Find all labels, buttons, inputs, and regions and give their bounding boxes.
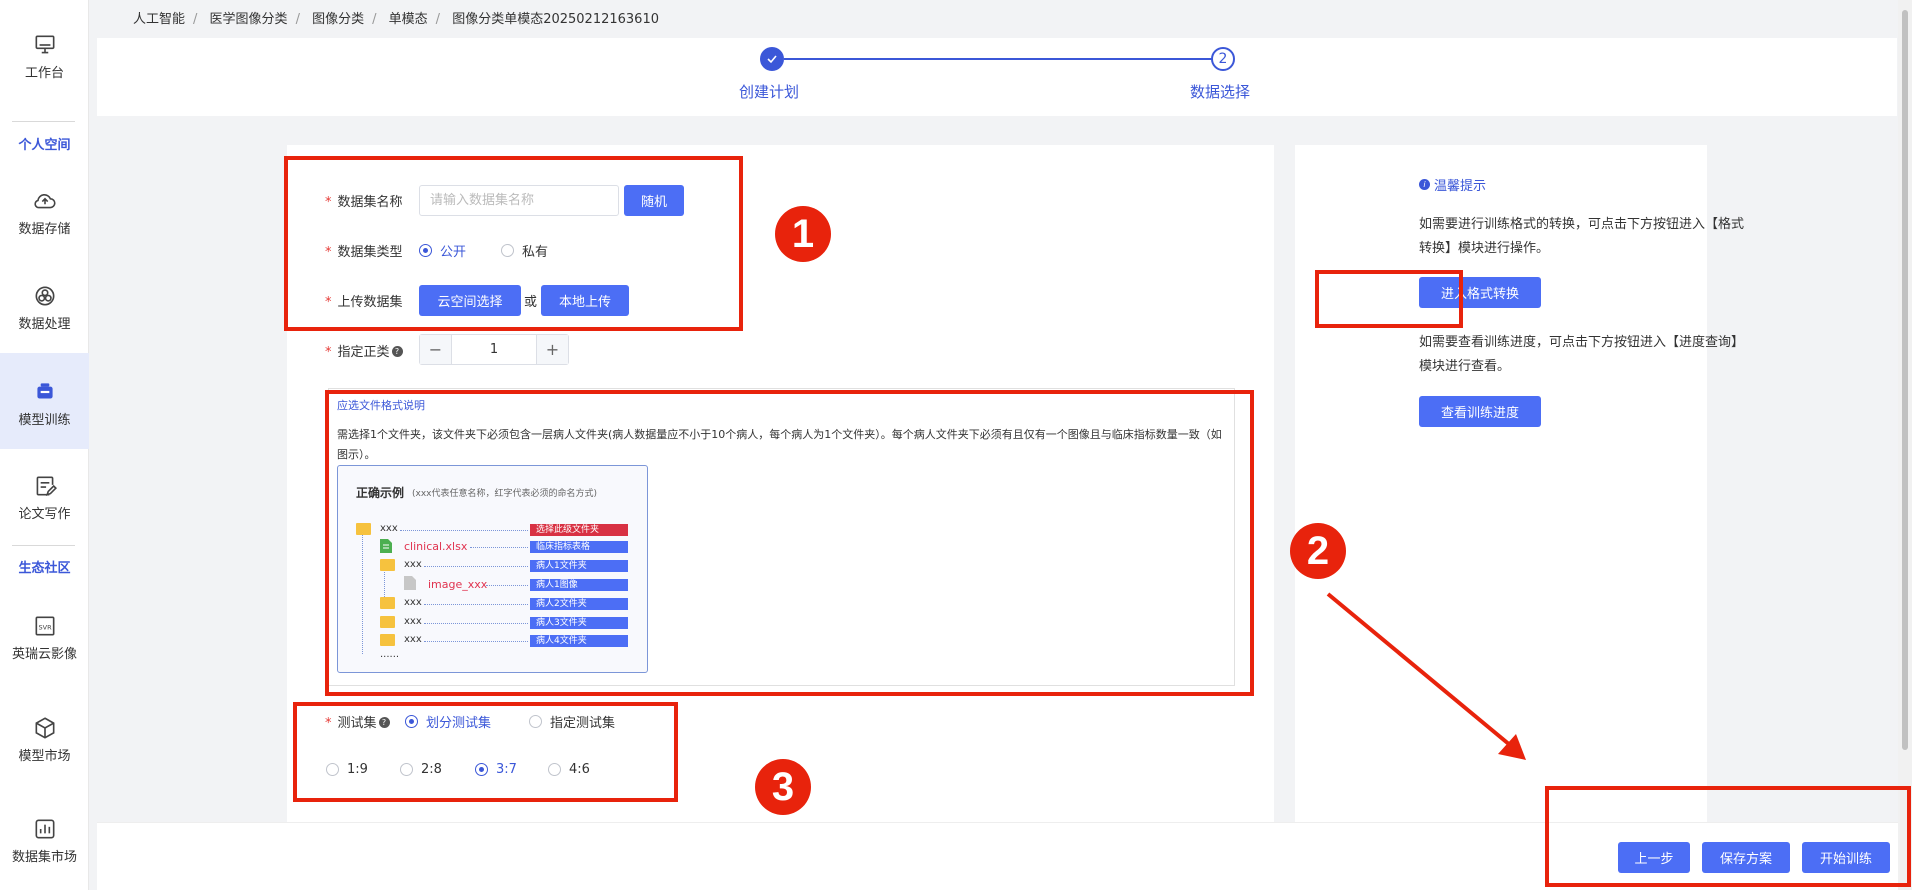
sidebar-item-dataset-market[interactable]: 数据集市场 — [0, 816, 89, 865]
annotation-box-1 — [284, 156, 743, 331]
plus-button[interactable]: + — [536, 335, 568, 364]
sidebar-item-label: 工作台 — [24, 66, 64, 81]
step-2-label: 数据选择 — [1190, 83, 1251, 101]
breadcrumb-item[interactable]: 单模态 — [389, 12, 428, 27]
annotation-box-footer — [1545, 786, 1911, 887]
annotation-badge-2: 2 — [1290, 523, 1346, 579]
sidebar-item-label: 英瑞云影像 — [11, 647, 77, 662]
sidebar: 工作台 个人空间 数据存储 数据处理 模型训练 论文写作 生态社区 SVR 英瑞… — [0, 0, 89, 890]
cloud-upload-icon — [33, 193, 56, 209]
sidebar-item-data-storage[interactable]: 数据存储 — [0, 188, 89, 237]
annotation-badge-1: 1 — [775, 206, 831, 262]
tips-text-format: 如需要进行训练格式的转换，可点击下方按钮进入【格式转换】模块进行操作。 — [1419, 217, 1745, 256]
breadcrumb: 人工智能 / 医学图像分类 / 图像分类 / 单模态 / 图像分类单模态20250212… — [133, 12, 659, 27]
section-personal-space: 个人空间 — [18, 138, 71, 153]
tips-title-row: i 温馨提示 — [1419, 175, 1486, 194]
annotation-box-2 — [325, 390, 1254, 696]
breadcrumb-item[interactable]: 图像分类 — [312, 12, 364, 27]
step-2-number: 2 — [1211, 47, 1235, 71]
sidebar-item-label: 论文写作 — [18, 507, 71, 522]
positive-class-label: * 指定正类? — [325, 341, 403, 360]
sidebar-item-label: 模型训练 — [18, 413, 71, 428]
help-icon: ? — [391, 346, 403, 357]
sidebar-item-workbench[interactable]: 工作台 — [0, 32, 89, 81]
divider — [12, 545, 75, 546]
sidebar-item-label: 数据存储 — [18, 222, 71, 237]
breadcrumb-current: 图像分类单模态20250212163610 — [452, 12, 659, 27]
divider — [12, 121, 75, 122]
scrollbar[interactable] — [1898, 0, 1912, 890]
annotation-arrow-icon — [1326, 592, 1526, 760]
sidebar-item-data-process[interactable]: 数据处理 — [0, 283, 89, 332]
positive-class-stepper: − 1 + — [419, 334, 569, 365]
minus-button[interactable]: − — [420, 335, 452, 364]
data-process-icon — [35, 286, 54, 306]
sidebar-item-model-market[interactable]: 模型市场 — [0, 715, 89, 764]
tips-text-progress: 如需要查看训练进度，可点击下方按钮进入【进度查询】模块进行查看。 — [1419, 335, 1745, 374]
monitor-icon — [35, 35, 54, 54]
section-ecosystem: 生态社区 — [18, 561, 71, 576]
annotation-box-tips — [1315, 270, 1463, 328]
positive-class-value[interactable]: 1 — [452, 342, 536, 357]
step-connector — [784, 58, 1212, 60]
step-1-check-icon — [760, 47, 784, 71]
annotation-box-3 — [293, 702, 678, 802]
step-1-label: 创建计划 — [739, 83, 800, 101]
paper-edit-icon — [36, 476, 57, 496]
sidebar-item-cloud-image[interactable]: SVR 英瑞云影像 — [0, 613, 89, 662]
sidebar-item-model-train[interactable]: 模型训练 — [0, 353, 89, 449]
cube-icon — [35, 717, 54, 739]
sidebar-item-label: 数据处理 — [18, 317, 71, 332]
bar-chart-icon — [35, 819, 54, 839]
view-progress-button[interactable]: 查看训练进度 — [1419, 396, 1541, 427]
cloud-image-icon: SVR — [35, 616, 54, 636]
breadcrumb-item[interactable]: 医学图像分类 — [210, 12, 288, 27]
scrollbar-thumb[interactable] — [1902, 10, 1908, 750]
info-icon: i — [1419, 179, 1430, 190]
model-train-icon — [36, 383, 53, 399]
breadcrumb-item[interactable]: 人工智能 — [133, 12, 185, 27]
sidebar-item-paper-write[interactable]: 论文写作 — [0, 473, 89, 522]
annotation-badge-3: 3 — [755, 759, 811, 815]
step-indicator: 2 创建计划 数据选择 — [97, 38, 1897, 116]
sidebar-item-label: 数据集市场 — [11, 850, 77, 865]
svg-text:SVR: SVR — [38, 623, 52, 631]
sidebar-item-label: 模型市场 — [18, 749, 71, 764]
tips-title: 温馨提示 — [1434, 179, 1487, 194]
